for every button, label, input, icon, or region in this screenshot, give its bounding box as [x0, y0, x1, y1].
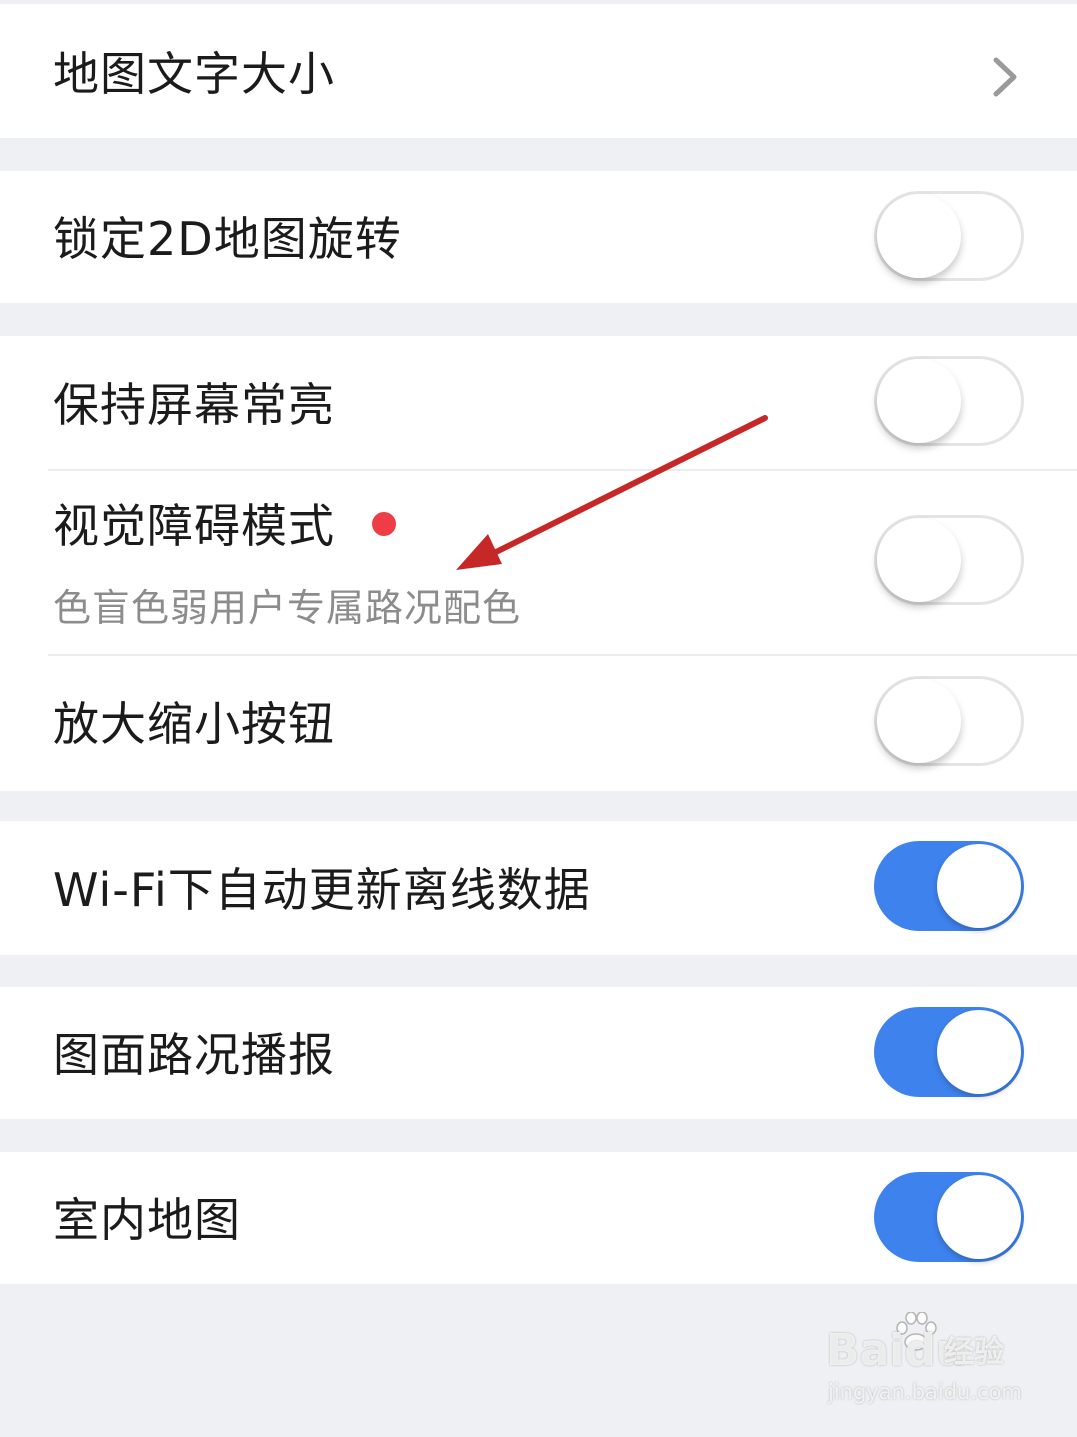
- setting-row-wifi-auto-update: Wi-Fi下自动更新离线数据: [0, 821, 1077, 955]
- setting-row-zoom-buttons: 放大缩小按钮: [0, 656, 1077, 791]
- watermark-url: jingyan.baidu.com: [828, 1380, 1022, 1404]
- setting-label: 放大缩小按钮: [53, 697, 335, 751]
- toggle-knob: [877, 359, 961, 443]
- settings-group-rotation: 锁定2D地图旋转: [0, 171, 1077, 303]
- toggle-knob: [937, 844, 1021, 928]
- toggle-knob: [937, 1175, 1021, 1259]
- settings-group-traffic: 图面路况播报: [0, 987, 1077, 1119]
- new-feature-dot-icon: [372, 512, 396, 536]
- settings-group-offline-data: Wi-Fi下自动更新离线数据: [0, 821, 1077, 955]
- setting-row-map-text-size[interactable]: 地图文字大小: [0, 4, 1077, 138]
- settings-group-text-size: 地图文字大小: [0, 4, 1077, 138]
- setting-label: Wi-Fi下自动更新离线数据: [53, 863, 591, 917]
- setting-label: 地图文字大小: [53, 47, 335, 101]
- setting-label: 视觉障碍模式: [53, 499, 335, 553]
- traffic-broadcast-toggle[interactable]: [874, 1007, 1024, 1097]
- indoor-map-toggle[interactable]: [874, 1172, 1024, 1262]
- wifi-auto-update-toggle[interactable]: [874, 841, 1024, 931]
- toggle-knob: [877, 194, 961, 278]
- annotation-arrow-icon: [456, 415, 768, 570]
- setting-row-traffic-broadcast: 图面路况播报: [0, 987, 1077, 1119]
- lock-2d-rotation-toggle[interactable]: [874, 191, 1024, 281]
- setting-label: 图面路况播报: [53, 1028, 335, 1082]
- setting-row-lock-2d-rotation: 锁定2D地图旋转: [0, 171, 1077, 303]
- watermark-product: 经验: [944, 1335, 1004, 1370]
- chevron-right-icon: [993, 57, 1017, 97]
- toggle-knob: [937, 1010, 1021, 1094]
- toggle-knob: [877, 679, 961, 763]
- setting-description: 色盲色弱用户专属路况配色: [53, 586, 522, 630]
- toggle-knob: [877, 518, 961, 602]
- zoom-buttons-toggle[interactable]: [874, 676, 1024, 766]
- settings-group-indoor: 室内地图: [0, 1152, 1077, 1284]
- baidu-jingyan-watermark: Baidu 经验 jingyan.baidu.com: [826, 1312, 1026, 1418]
- setting-label: 室内地图: [53, 1193, 241, 1247]
- setting-label: 锁定2D地图旋转: [53, 212, 402, 266]
- visual-impairment-mode-toggle[interactable]: [874, 515, 1024, 605]
- keep-screen-on-toggle[interactable]: [874, 356, 1024, 446]
- setting-label: 保持屏幕常亮: [53, 378, 335, 432]
- setting-row-indoor-map: 室内地图: [0, 1152, 1077, 1284]
